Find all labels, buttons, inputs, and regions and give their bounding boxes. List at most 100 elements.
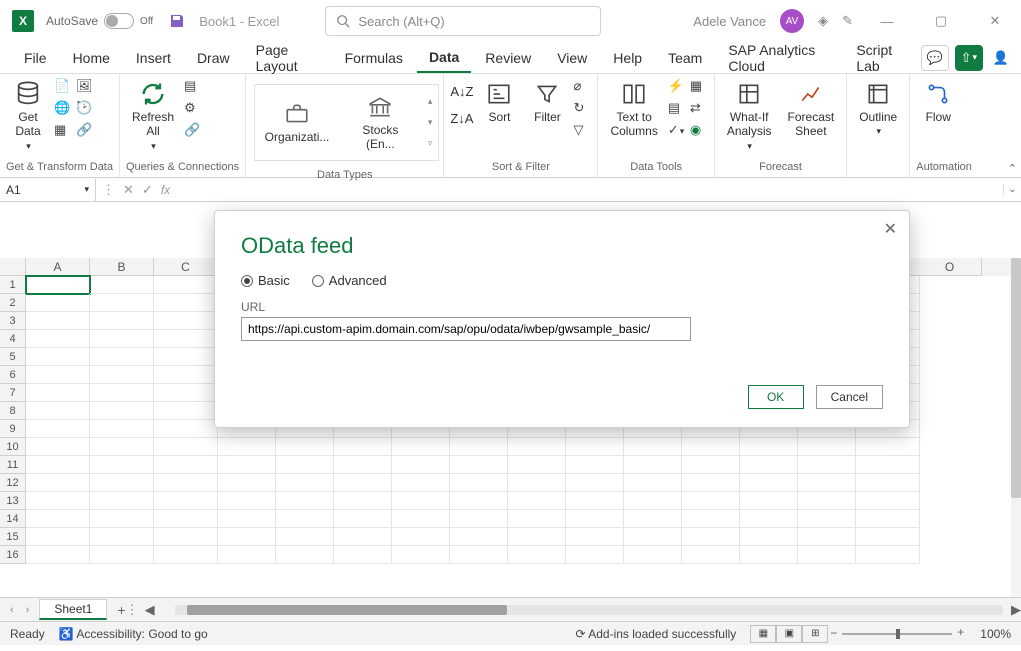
tab-sap[interactable]: SAP Analytics Cloud: [716, 36, 842, 80]
cell[interactable]: [508, 474, 566, 492]
cell[interactable]: [26, 312, 90, 330]
cell[interactable]: [276, 438, 334, 456]
more-icon[interactable]: ⋮: [102, 182, 115, 198]
cell[interactable]: [624, 438, 682, 456]
row-header[interactable]: 6: [0, 366, 26, 384]
cell[interactable]: [218, 528, 276, 546]
from-web-icon[interactable]: 🌐: [54, 100, 72, 118]
cell[interactable]: [740, 528, 798, 546]
cell[interactable]: [26, 456, 90, 474]
cell[interactable]: [392, 474, 450, 492]
zoom-slider[interactable]: [842, 633, 952, 635]
cell[interactable]: [508, 492, 566, 510]
cell[interactable]: [334, 456, 392, 474]
cell[interactable]: [154, 312, 218, 330]
enter-formula-icon[interactable]: ✓: [142, 182, 153, 198]
queries-icon[interactable]: ▤: [184, 78, 202, 96]
cell[interactable]: [856, 510, 920, 528]
tab-view[interactable]: View: [545, 44, 599, 72]
cell[interactable]: [450, 510, 508, 528]
chevron-down-icon[interactable]: ▾: [84, 184, 89, 195]
scroll-down-icon[interactable]: ▾: [428, 117, 433, 128]
organization-type-button[interactable]: Organizati...: [261, 98, 333, 146]
cell[interactable]: [154, 438, 218, 456]
account-icon[interactable]: 👤: [993, 50, 1009, 66]
cell[interactable]: [682, 528, 740, 546]
minimize-button[interactable]: —: [867, 7, 907, 35]
status-accessibility[interactable]: ♿ Accessibility: Good to go: [59, 627, 208, 641]
cell[interactable]: [90, 348, 154, 366]
cell[interactable]: [154, 474, 218, 492]
cell[interactable]: [154, 330, 218, 348]
data-validation-icon[interactable]: ✓▾: [668, 122, 686, 140]
cell[interactable]: [682, 456, 740, 474]
sort-desc-icon[interactable]: Z↓A: [450, 111, 473, 126]
url-input[interactable]: [241, 317, 691, 341]
search-input[interactable]: Search (Alt+Q): [325, 6, 601, 36]
add-sheet-button[interactable]: +: [117, 602, 125, 618]
tab-team[interactable]: Team: [656, 44, 714, 72]
cell[interactable]: [90, 528, 154, 546]
cell[interactable]: [392, 438, 450, 456]
cell[interactable]: [218, 546, 276, 564]
sheet-tab-active[interactable]: Sheet1: [39, 599, 107, 620]
cell[interactable]: [90, 420, 154, 438]
cell[interactable]: [26, 366, 90, 384]
cell[interactable]: [856, 438, 920, 456]
tab-data[interactable]: Data: [417, 43, 471, 73]
forecast-sheet-button[interactable]: Forecast Sheet: [782, 78, 841, 141]
tab-file[interactable]: File: [12, 44, 59, 72]
save-icon[interactable]: [169, 13, 185, 29]
cancel-formula-icon[interactable]: ✕: [123, 182, 134, 198]
cell[interactable]: [566, 510, 624, 528]
tab-script-lab[interactable]: Script Lab: [844, 36, 918, 80]
row-header[interactable]: 12: [0, 474, 26, 492]
cell[interactable]: [90, 492, 154, 510]
cell[interactable]: [798, 438, 856, 456]
cell[interactable]: [798, 474, 856, 492]
cell[interactable]: [154, 276, 218, 294]
cell[interactable]: [334, 438, 392, 456]
cell[interactable]: [624, 456, 682, 474]
sheet-next-icon[interactable]: ›: [26, 604, 30, 616]
cell[interactable]: [798, 510, 856, 528]
cell[interactable]: [26, 492, 90, 510]
cell[interactable]: [26, 420, 90, 438]
sort-asc-icon[interactable]: A↓Z: [450, 84, 473, 99]
cell[interactable]: [90, 366, 154, 384]
cell[interactable]: [90, 546, 154, 564]
cell[interactable]: [26, 528, 90, 546]
cell[interactable]: [740, 510, 798, 528]
cancel-button[interactable]: Cancel: [816, 385, 883, 409]
filter-button[interactable]: Filter: [525, 78, 569, 126]
row-header[interactable]: 3: [0, 312, 26, 330]
cell[interactable]: [276, 546, 334, 564]
expand-formula-icon[interactable]: ⌄: [1003, 184, 1021, 195]
advanced-filter-icon[interactable]: ▽: [573, 122, 591, 140]
cell[interactable]: [682, 474, 740, 492]
share-button[interactable]: ⇧▾: [955, 45, 983, 71]
cell[interactable]: [392, 492, 450, 510]
select-all-corner[interactable]: [0, 258, 26, 276]
tab-help[interactable]: Help: [601, 44, 654, 72]
cell[interactable]: [450, 438, 508, 456]
cell[interactable]: [566, 438, 624, 456]
clear-filter-icon[interactable]: ⌀: [573, 78, 591, 96]
cell[interactable]: [392, 546, 450, 564]
cell[interactable]: [856, 528, 920, 546]
cell[interactable]: [26, 474, 90, 492]
flow-button[interactable]: Flow: [916, 78, 960, 126]
cell[interactable]: [740, 474, 798, 492]
tab-formulas[interactable]: Formulas: [333, 44, 415, 72]
cell[interactable]: [566, 474, 624, 492]
tab-review[interactable]: Review: [473, 44, 543, 72]
user-name[interactable]: Adele Vance: [693, 14, 766, 29]
cell[interactable]: [90, 474, 154, 492]
vertical-scrollbar[interactable]: [1011, 258, 1021, 597]
cell[interactable]: [26, 402, 90, 420]
cell[interactable]: [740, 546, 798, 564]
cell[interactable]: [154, 348, 218, 366]
cell[interactable]: [154, 294, 218, 312]
row-header[interactable]: 16: [0, 546, 26, 564]
sort-button[interactable]: Sort: [477, 78, 521, 126]
